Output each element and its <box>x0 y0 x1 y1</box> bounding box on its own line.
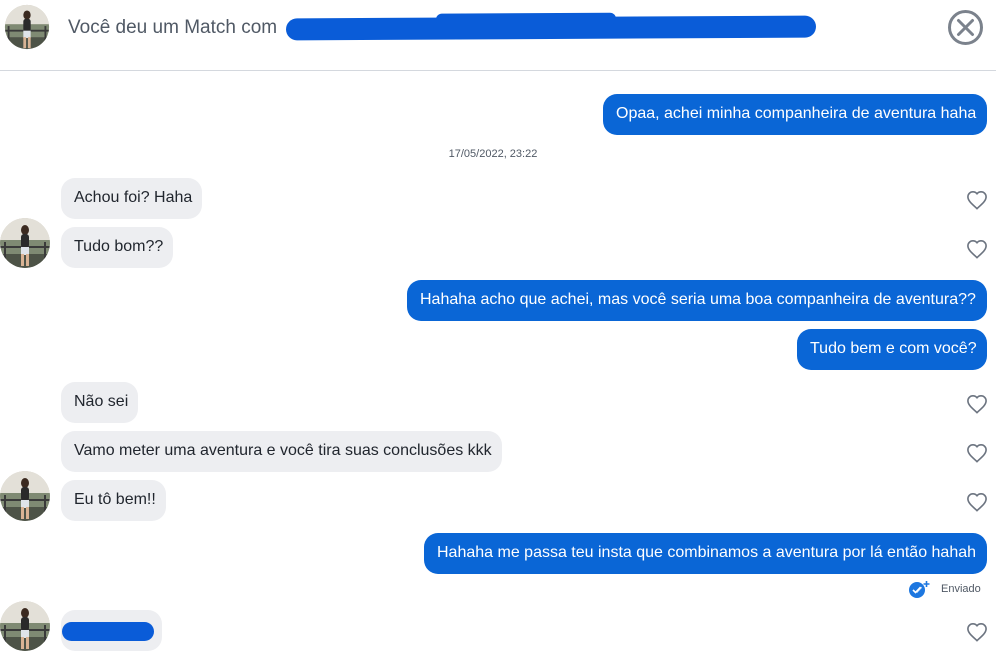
match-avatar[interactable] <box>4 4 50 50</box>
heart-icon[interactable] <box>966 622 988 642</box>
match-avatar[interactable] <box>0 471 50 521</box>
heart-icon[interactable] <box>966 492 988 512</box>
match-avatar[interactable] <box>0 218 50 268</box>
message-incoming[interactable]: Tudo bom?? <box>61 227 173 268</box>
message-incoming[interactable]: Eu tô bem!! <box>61 480 166 521</box>
match-title: Você deu um Match com <box>68 17 278 38</box>
heart-icon[interactable] <box>966 443 988 463</box>
message-incoming[interactable]: Vamo meter uma aventura e você tira suas… <box>61 431 502 472</box>
message-outgoing[interactable]: Hahaha me passa teu insta que combinamos… <box>424 533 987 574</box>
message-outgoing[interactable]: Hahaha acho que achei, mas você seria um… <box>407 280 987 321</box>
message-incoming[interactable]: Achou foi? Haha <box>61 178 202 219</box>
message-outgoing[interactable]: Tudo bem e com você? <box>797 329 987 370</box>
chat-header: Você deu um Match com <box>0 0 996 71</box>
redaction-overlay <box>62 622 154 641</box>
heart-icon[interactable] <box>966 239 988 259</box>
close-icon[interactable] <box>947 9 984 46</box>
heart-icon[interactable] <box>966 394 988 414</box>
redaction-overlay <box>285 15 817 41</box>
sent-status: Enviado <box>908 580 981 598</box>
sent-label: Enviado <box>941 583 981 595</box>
sent-check-icon <box>909 581 930 598</box>
heart-icon[interactable] <box>966 190 988 210</box>
match-avatar[interactable] <box>0 601 50 651</box>
message-outgoing[interactable]: Opaa, achei minha companheira de aventur… <box>603 94 987 135</box>
message-timestamp: 17/05/2022, 23:22 <box>448 148 538 160</box>
message-incoming[interactable]: Não sei <box>61 382 138 423</box>
